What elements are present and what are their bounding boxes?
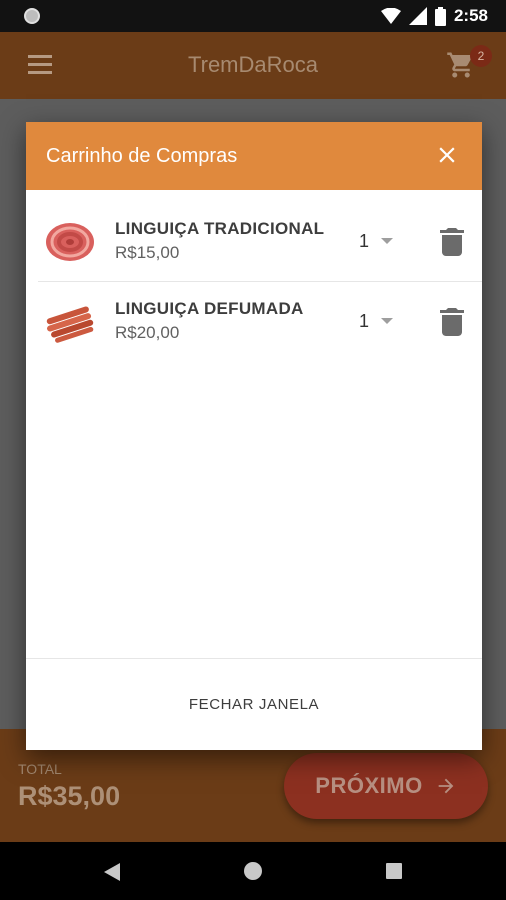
- sausage-coil-image: [46, 223, 94, 261]
- quantity-value: 1: [359, 230, 370, 251]
- back-icon[interactable]: [104, 863, 120, 881]
- cart-item: LINGUIÇA TRADICIONAL R$15,00 1: [26, 202, 482, 282]
- chevron-down-icon: [381, 318, 394, 324]
- dialog-header: Carrinho de Compras: [26, 122, 482, 190]
- clock: 2:58: [453, 6, 488, 25]
- item-price: R$15,00: [115, 243, 180, 262]
- status-icons: 2:58: [380, 5, 488, 27]
- recent-apps-icon[interactable]: [386, 863, 402, 879]
- close-window-button[interactable]: FECHAR JANELA: [26, 659, 482, 750]
- system-nav-bar: [0, 842, 506, 900]
- arrow-right-icon: [438, 778, 454, 794]
- app-bar: TremDaRoca 2: [0, 32, 506, 99]
- cart-dialog: Carrinho de Compras LINGUIÇA TRADICIONAL…: [26, 122, 482, 750]
- item-name: LINGUIÇA TRADICIONAL: [115, 219, 325, 238]
- cart-item: LINGUIÇA DEFUMADA R$20,00 1: [26, 282, 482, 362]
- total-label: TOTAL: [18, 761, 62, 777]
- item-price: R$20,00: [115, 323, 180, 342]
- home-icon[interactable]: [244, 862, 262, 880]
- sausage-links-image: [46, 306, 94, 343]
- cart-count-badge: 2: [470, 45, 492, 67]
- next-button[interactable]: PRÓXIMO: [284, 753, 488, 819]
- quantity-value: 1: [359, 310, 370, 331]
- dialog-title: Carrinho de Compras: [46, 145, 238, 167]
- close-window-label: FECHAR JANELA: [188, 696, 320, 713]
- trash-icon[interactable]: [440, 228, 464, 256]
- battery-icon: [434, 6, 446, 26]
- trash-icon[interactable]: [440, 308, 464, 336]
- item-name: LINGUIÇA DEFUMADA: [115, 299, 304, 318]
- app-title: TremDaRoca: [188, 52, 318, 77]
- close-icon[interactable]: [434, 142, 460, 168]
- quantity-select[interactable]: 1: [359, 308, 403, 334]
- next-button-label: PRÓXIMO: [315, 773, 423, 798]
- wifi-icon: [380, 8, 401, 24]
- chevron-down-icon: [381, 238, 394, 244]
- quantity-select[interactable]: 1: [359, 228, 403, 254]
- notification-icon: [24, 8, 40, 24]
- status-bar: 2:58: [0, 0, 506, 32]
- total-value: R$35,00: [18, 781, 121, 811]
- signal-icon: [408, 7, 427, 25]
